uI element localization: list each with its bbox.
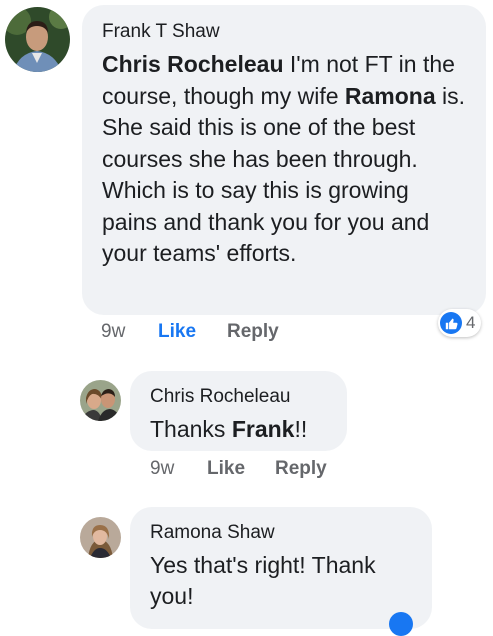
comment-bubble-chris: Chris Rocheleau Thanks Frank!! <box>130 371 347 451</box>
comment-timestamp[interactable]: 9w <box>150 458 174 480</box>
comment-bubble-ramona: Ramona Shaw Yes that's right! Thank you! <box>130 507 432 629</box>
avatar-frank-shaw-image <box>5 7 70 72</box>
comment-timestamp[interactable]: 9w <box>101 321 125 343</box>
comment-bubble-frank: Frank T Shaw Chris Rocheleau I'm not FT … <box>82 5 486 315</box>
reaction-summary-partial[interactable] <box>389 612 413 636</box>
comment-author[interactable]: Ramona Shaw <box>150 521 412 545</box>
reply-button[interactable]: Reply <box>227 321 279 343</box>
like-button[interactable]: Like <box>158 321 196 343</box>
reaction-summary[interactable]: 4 <box>438 309 482 337</box>
comment-author[interactable]: Chris Rocheleau <box>150 385 327 409</box>
thumbs-up-icon <box>440 312 462 334</box>
comment-text-part-2: !! <box>294 416 308 442</box>
comment-text: Thanks Frank!! <box>150 414 327 444</box>
comment-text-part-2: is. She said this is one of the best cou… <box>102 82 466 267</box>
mention-chris-rocheleau[interactable]: Chris Rocheleau <box>102 51 284 77</box>
reaction-count: 4 <box>466 313 476 332</box>
avatar-chris-rocheleau-image <box>80 380 121 421</box>
comment-author[interactable]: Frank T Shaw <box>102 20 466 44</box>
reply-button[interactable]: Reply <box>275 458 327 480</box>
like-button[interactable]: Like <box>207 458 245 480</box>
avatar-ramona-shaw[interactable] <box>80 517 121 558</box>
avatar-ramona-shaw-image <box>80 517 121 558</box>
avatar-chris-rocheleau[interactable] <box>80 380 121 421</box>
avatar-frank-shaw[interactable] <box>5 7 70 72</box>
mention-frank[interactable]: Frank <box>232 416 295 442</box>
comment-text: Yes that's right! Thank you! <box>150 552 376 609</box>
comment-text: Chris Rocheleau I'm not FT in the course… <box>102 49 466 270</box>
mention-ramona[interactable]: Ramona <box>345 83 436 109</box>
comment-text-part-1: Thanks <box>150 416 232 442</box>
